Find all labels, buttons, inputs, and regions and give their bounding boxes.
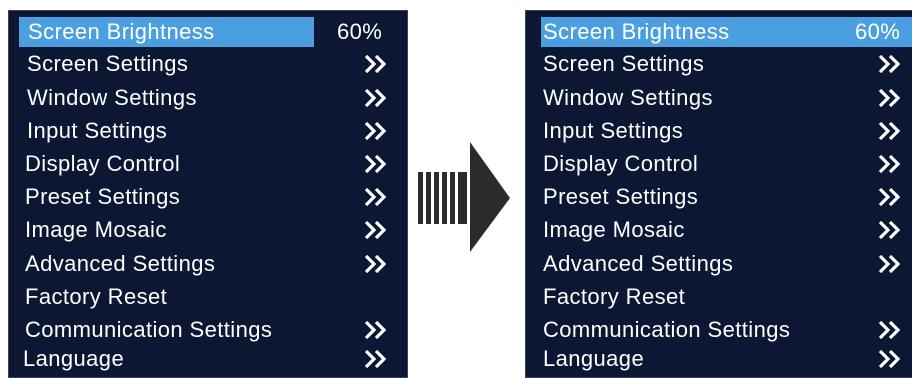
double-chevron-right-icon (878, 187, 901, 207)
menu-item-label: Communication Settings (543, 317, 791, 342)
menu-item-label: Window Settings (27, 85, 197, 110)
menu-item-communication-settings[interactable]: Communication Settings (543, 315, 911, 345)
double-chevron-right-icon (364, 187, 387, 207)
menu-item-window-settings[interactable]: Window Settings (543, 83, 911, 113)
double-chevron-right-icon (878, 54, 901, 74)
menu-item-label: Advanced Settings (543, 251, 734, 276)
menu-item-window-settings[interactable]: Window Settings (27, 83, 399, 113)
brightness-value: 60% (855, 19, 901, 44)
double-chevron-right-icon (878, 121, 901, 141)
menu-item-image-mosaic[interactable]: Image Mosaic (543, 215, 911, 245)
double-chevron-right-icon (364, 54, 387, 74)
menu-item-factory-reset[interactable]: Factory Reset (543, 282, 911, 312)
menu-item-label: Window Settings (543, 85, 713, 110)
double-chevron-right-icon (364, 349, 387, 369)
menu-item-language[interactable]: Language (543, 344, 911, 374)
menu-item-label: Screen Settings (27, 51, 189, 76)
menu-item-label: Factory Reset (543, 284, 686, 309)
double-chevron-right-icon (364, 254, 387, 274)
menu-item-label: Display Control (543, 151, 699, 176)
double-chevron-right-icon (364, 320, 387, 340)
menu-item-display-control[interactable]: Display Control (25, 149, 399, 179)
menu-item-input-settings[interactable]: Input Settings (543, 116, 911, 146)
menu-item-label: Screen Brightness (543, 19, 730, 44)
menu-item-advanced-settings[interactable]: Advanced Settings (543, 249, 911, 279)
double-chevron-right-icon (364, 88, 387, 108)
double-chevron-right-icon (878, 88, 901, 108)
menu-item-image-mosaic[interactable]: Image Mosaic (25, 215, 399, 245)
menu-item-label: Advanced Settings (25, 251, 216, 276)
double-chevron-right-icon (364, 121, 387, 141)
double-chevron-right-icon (878, 220, 901, 240)
menu-item-screen-settings[interactable]: Screen Settings (27, 49, 399, 79)
double-chevron-right-icon (364, 154, 387, 174)
menu-item-communication-settings[interactable]: Communication Settings (25, 315, 399, 345)
menu-item-preset-settings[interactable]: Preset Settings (543, 182, 911, 212)
menu-panel-right: Screen Brightness 60% Screen Settings Wi… (525, 10, 912, 378)
menu-item-factory-reset[interactable]: Factory Reset (25, 282, 399, 312)
menu-item-screen-brightness[interactable]: Screen Brightness 60% (541, 17, 912, 47)
menu-item-label: Input Settings (543, 118, 684, 143)
menu-item-input-settings[interactable]: Input Settings (27, 116, 399, 146)
double-chevron-right-icon (878, 320, 901, 340)
menu-item-label: Image Mosaic (25, 217, 167, 242)
menu-item-advanced-settings[interactable]: Advanced Settings (25, 249, 399, 279)
double-chevron-right-icon (364, 220, 387, 240)
menu-item-label: Preset Settings (25, 184, 181, 209)
double-chevron-right-icon (878, 254, 901, 274)
menu-item-label: Preset Settings (543, 184, 699, 209)
menu-panel-left: Screen Brightness 60% Screen Settings Wi… (8, 10, 408, 378)
menu-item-label: Language (23, 346, 125, 371)
right-arrow-icon (418, 142, 510, 252)
menu-item-label: Image Mosaic (543, 217, 685, 242)
menu-item-preset-settings[interactable]: Preset Settings (25, 182, 399, 212)
menu-item-label: Screen Brightness (28, 19, 215, 44)
menu-item-label: Language (543, 346, 645, 371)
menu-item-screen-brightness[interactable]: Screen Brightness (19, 17, 314, 47)
menu-item-value-screen-brightness: 60% (337, 17, 397, 47)
menu-item-display-control[interactable]: Display Control (543, 149, 911, 179)
menu-item-label: Input Settings (27, 118, 168, 143)
brightness-value: 60% (337, 19, 383, 44)
double-chevron-right-icon (878, 154, 901, 174)
menu-item-label: Display Control (25, 151, 181, 176)
double-chevron-right-icon (878, 349, 901, 369)
menu-item-language[interactable]: Language (23, 344, 399, 374)
menu-item-screen-settings[interactable]: Screen Settings (543, 49, 911, 79)
menu-item-label: Screen Settings (543, 51, 705, 76)
menu-item-label: Factory Reset (25, 284, 168, 309)
menu-item-label: Communication Settings (25, 317, 273, 342)
